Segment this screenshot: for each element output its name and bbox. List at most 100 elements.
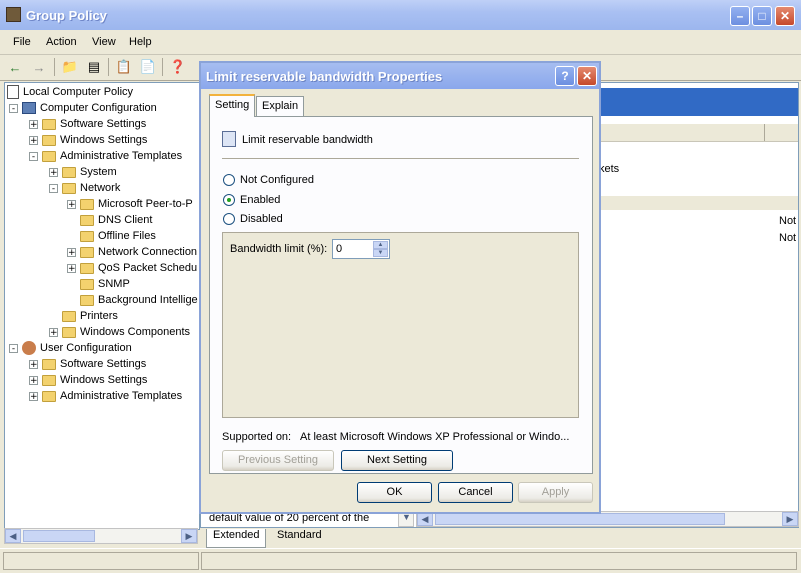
tree-item-label: Printers xyxy=(80,310,118,322)
ok-button[interactable]: OK xyxy=(357,482,432,503)
view-tab-standard[interactable]: Standard xyxy=(271,529,328,547)
radio-disabled[interactable]: Disabled xyxy=(223,213,283,225)
status-panel xyxy=(201,552,797,570)
tab-explain[interactable]: Explain xyxy=(256,96,305,116)
tree-item[interactable]: DNS Client xyxy=(67,212,152,228)
tree-item[interactable]: + Microsoft Peer-to-P xyxy=(67,196,193,212)
tree-item[interactable]: + Windows Settings xyxy=(29,372,147,388)
expand-icon[interactable]: + xyxy=(29,375,38,385)
setting-state: Not xyxy=(779,232,797,244)
tree-item[interactable]: Local Computer Policy xyxy=(7,84,133,100)
help-icon[interactable]: ❓ xyxy=(169,58,187,76)
tree-item[interactable]: Background Intellige xyxy=(67,292,198,308)
tree-item[interactable]: + Windows Settings xyxy=(29,132,147,148)
tree-hscrollbar[interactable]: ◀ ▶ xyxy=(4,528,198,544)
expand-icon[interactable]: + xyxy=(29,391,38,401)
expand-icon[interactable]: + xyxy=(67,199,76,209)
expand-icon[interactable]: + xyxy=(67,263,76,273)
view-tab-extended[interactable]: Extended xyxy=(206,529,267,548)
export-list-icon[interactable]: 📄 xyxy=(139,58,157,76)
dialog-close-button[interactable]: ✕ xyxy=(577,66,597,86)
radio-not-configured[interactable]: Not Configured xyxy=(223,174,314,186)
folder-icon xyxy=(42,358,56,370)
collapse-icon[interactable]: - xyxy=(9,103,18,113)
expand-icon[interactable]: + xyxy=(49,167,58,177)
folder-icon xyxy=(80,262,94,274)
minimize-button[interactable]: – xyxy=(730,6,750,26)
folder-icon xyxy=(80,246,94,258)
tree-item[interactable]: + Software Settings xyxy=(29,356,146,372)
menu-bar: File Action View Help xyxy=(0,30,801,55)
expand-icon[interactable]: + xyxy=(29,119,38,129)
view-tab-label: Extended xyxy=(213,529,260,541)
tree-item[interactable]: - Administrative Templates xyxy=(29,148,182,164)
maximize-button[interactable]: □ xyxy=(752,6,772,26)
expand-icon[interactable]: + xyxy=(29,359,38,369)
tree-item[interactable]: + Network Connection xyxy=(67,244,197,260)
tree-item[interactable]: - Network xyxy=(49,180,120,196)
tab-setting[interactable]: Setting xyxy=(209,94,256,117)
tab-setting-label: Setting xyxy=(215,99,250,111)
radio-circle[interactable] xyxy=(223,174,235,186)
tree-item[interactable]: + QoS Packet Schedu xyxy=(67,260,197,276)
scroll-right-button[interactable]: ▶ xyxy=(782,512,798,526)
tree-item[interactable]: - User Configuration xyxy=(9,340,132,356)
tree-item[interactable]: Printers xyxy=(49,308,118,324)
show-hide-tree-icon[interactable]: ▤ xyxy=(85,58,103,76)
expand-icon[interactable]: + xyxy=(29,135,38,145)
collapse-icon[interactable]: - xyxy=(9,343,18,353)
scroll-thumb[interactable] xyxy=(23,530,95,542)
expand-icon[interactable]: + xyxy=(67,247,76,257)
scroll-right-button[interactable]: ▶ xyxy=(181,529,197,543)
folder-icon xyxy=(42,390,56,402)
back-arrow-icon[interactable]: ← xyxy=(6,58,24,76)
folder-icon xyxy=(80,214,94,226)
folder-icon xyxy=(62,326,76,338)
tree-item[interactable]: SNMP xyxy=(67,276,130,292)
radio-enabled[interactable]: Enabled xyxy=(223,194,280,206)
forward-arrow-icon[interactable]: → xyxy=(30,58,48,76)
radio-label: Disabled xyxy=(240,213,283,225)
column-divider[interactable] xyxy=(764,124,765,141)
tree-item[interactable]: Offline Files xyxy=(67,228,156,244)
view-tab-label: Standard xyxy=(277,529,322,541)
tree-item[interactable]: + Administrative Templates xyxy=(29,388,182,404)
next-setting-button[interactable]: Next Setting xyxy=(341,450,453,471)
window-titlebar: Group Policy – □ ✕ xyxy=(0,0,801,30)
scroll-thumb[interactable] xyxy=(435,513,725,525)
tree-item-label: Offline Files xyxy=(98,230,156,242)
menu-help[interactable]: Help xyxy=(129,36,152,48)
apply-button[interactable]: Apply xyxy=(518,482,593,503)
expand-icon[interactable]: + xyxy=(49,327,58,337)
tree-item[interactable]: + Software Settings xyxy=(29,116,146,132)
up-folder-icon[interactable]: 📁 xyxy=(61,58,79,76)
user-icon xyxy=(22,341,36,355)
previous-setting-button[interactable]: Previous Setting xyxy=(222,450,334,471)
radio-circle[interactable] xyxy=(223,213,235,225)
menu-view[interactable]: View xyxy=(92,36,116,48)
menu-file[interactable]: File xyxy=(13,36,31,48)
menu-action[interactable]: Action xyxy=(46,36,77,48)
details-text-fragment: kets xyxy=(599,163,620,175)
tree-item[interactable]: - Computer Configuration xyxy=(9,100,157,116)
tree-item-label: Network xyxy=(80,182,121,194)
bandwidth-stepper[interactable]: 0 ▲ ▼ xyxy=(332,239,390,259)
tree-item-label: Windows Settings xyxy=(60,374,148,386)
dialog-help-button[interactable]: ? xyxy=(555,66,575,86)
stepper-up-button[interactable]: ▲ xyxy=(373,241,388,249)
close-button[interactable]: ✕ xyxy=(775,6,795,26)
stepper-down-button[interactable]: ▼ xyxy=(373,249,388,257)
scroll-left-button[interactable]: ◀ xyxy=(5,529,21,543)
tree-item[interactable]: + Windows Components xyxy=(49,324,190,340)
properties-icon[interactable]: 📋 xyxy=(115,58,133,76)
folder-icon xyxy=(42,134,56,146)
radio-circle[interactable] xyxy=(223,194,235,206)
cancel-button[interactable]: Cancel xyxy=(438,482,513,503)
collapse-icon[interactable]: - xyxy=(29,151,38,161)
tree-item[interactable]: + System xyxy=(49,164,117,180)
bandwidth-value[interactable]: 0 xyxy=(336,243,342,255)
supported-on-label: Supported on: xyxy=(222,431,292,443)
scroll-left-button[interactable]: ◀ xyxy=(417,512,433,526)
policy-icon xyxy=(222,131,236,147)
collapse-icon[interactable]: - xyxy=(49,183,58,193)
